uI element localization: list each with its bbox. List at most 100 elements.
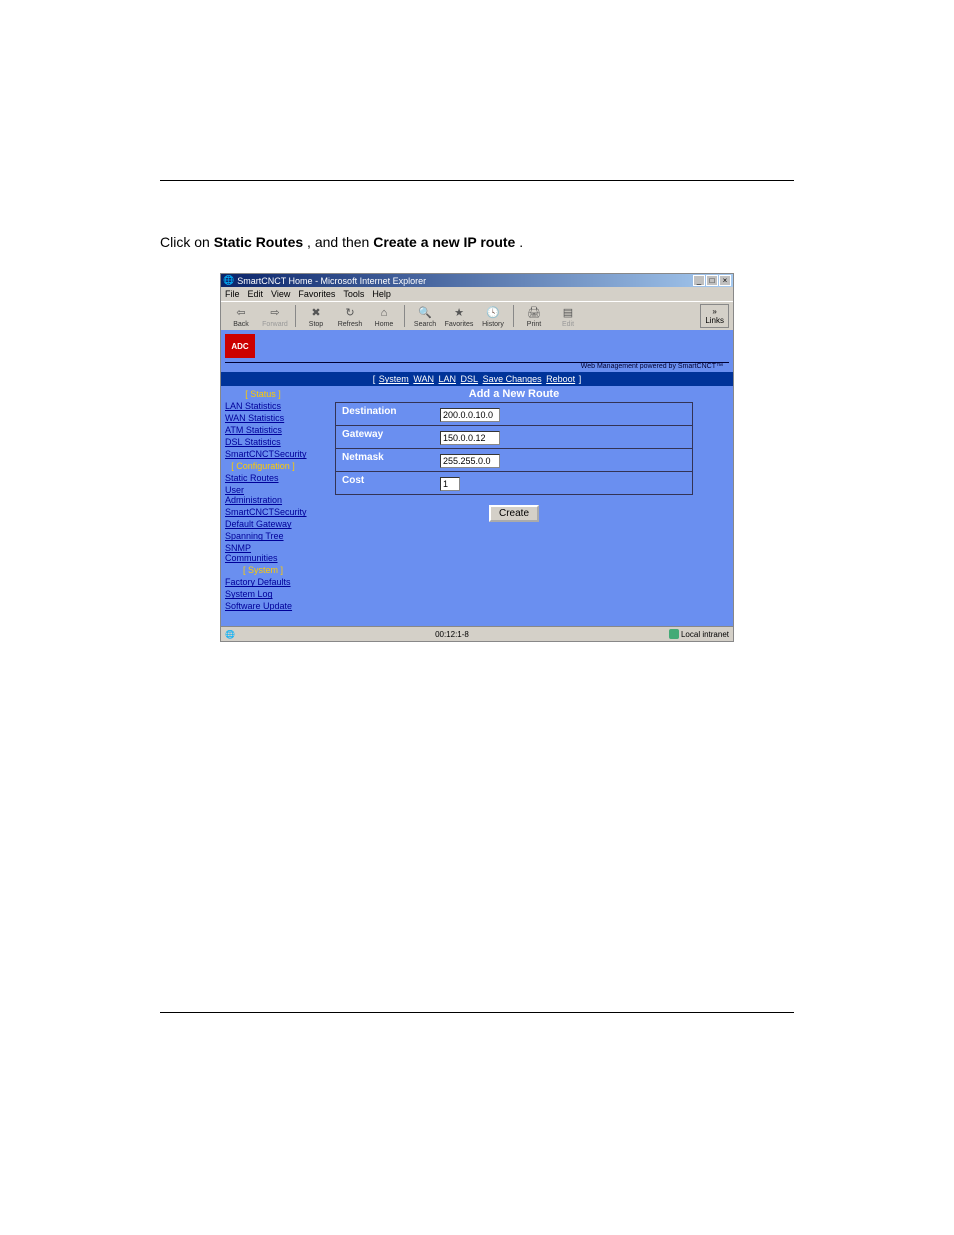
sidebar-dsl-statistics[interactable]: DSL Statistics (225, 437, 281, 447)
favorites-icon: ★ (451, 305, 467, 321)
sidebar-snmp-communities[interactable]: SNMP Communities (225, 543, 278, 563)
forward-icon: ⇨ (267, 305, 283, 321)
sidebar-lan-statistics[interactable]: LAN Statistics (225, 401, 281, 411)
edit-icon: ▤ (560, 305, 576, 321)
menu-file[interactable]: File (225, 289, 240, 299)
sidebar-system-log[interactable]: System Log (225, 589, 273, 599)
status-icon: 🌐 (225, 630, 235, 639)
panel-title: Add a New Route (335, 386, 693, 402)
row-netmask: Netmask (336, 449, 692, 472)
toolbar-history[interactable]: 🕓History (477, 305, 509, 328)
instruction-suffix: . (519, 234, 523, 250)
minimize-button[interactable]: _ (693, 275, 705, 286)
label-gateway: Gateway (336, 426, 436, 448)
instruction-link-2: Create a new IP route (373, 234, 515, 250)
main-row: [ Status ] LAN Statistics WAN Statistics… (221, 386, 733, 626)
home-icon: ⌂ (376, 305, 392, 321)
browser-window: 🌐 SmartCNCT Home - Microsoft Internet Ex… (220, 273, 734, 642)
menu-favorites[interactable]: Favorites (298, 289, 335, 299)
label-destination: Destination (336, 403, 436, 425)
toolbar-search[interactable]: 🔍Search (409, 305, 441, 328)
row-destination: Destination (336, 403, 692, 426)
sidebar-factory-defaults[interactable]: Factory Defaults (225, 577, 291, 587)
page-content: ADC Web Management powered by SmartCNCT™… (221, 330, 733, 626)
toolbar-home[interactable]: ⌂Home (368, 305, 400, 328)
instruction-link-1: Static Routes (214, 234, 303, 250)
sidebar-cat-configuration: [ Configuration ] (221, 460, 305, 472)
ie-icon: 🌐 (223, 275, 234, 286)
toolbar-print[interactable]: 🖨Print (518, 305, 550, 328)
maximize-button[interactable]: □ (706, 275, 718, 286)
sidebar-cat-system: [ System ] (221, 564, 305, 576)
adc-logo: ADC (225, 334, 255, 358)
main-panel: Add a New Route Destination Gateway Netm… (305, 386, 733, 626)
sidebar-cat-status: [ Status ] (221, 388, 305, 400)
menu-view[interactable]: View (271, 289, 290, 299)
input-cost[interactable] (440, 477, 460, 491)
menu-edit[interactable]: Edit (248, 289, 264, 299)
instruction-middle: , and then (307, 234, 373, 250)
route-form: Destination Gateway Netmask Cost (335, 402, 693, 495)
zone-icon (669, 629, 679, 639)
status-zone: Local intranet (681, 630, 729, 639)
label-netmask: Netmask (336, 449, 436, 471)
sidebar-software-update[interactable]: Software Update (225, 601, 292, 611)
sidebar-default-gateway[interactable]: Default Gateway (225, 519, 292, 529)
input-netmask[interactable] (440, 454, 500, 468)
sidebar-spanning-tree[interactable]: Spanning Tree (225, 531, 284, 541)
menu-help[interactable]: Help (372, 289, 391, 299)
row-cost: Cost (336, 472, 692, 494)
top-nav: [ System WAN LAN DSL Save Changes Reboot… (221, 372, 733, 386)
brand-row: ADC (221, 330, 733, 362)
bracket-open: [ (373, 374, 378, 384)
close-button[interactable]: × (719, 275, 731, 286)
toolbar-favorites[interactable]: ★Favorites (443, 305, 475, 328)
create-button[interactable]: Create (489, 505, 539, 522)
sidebar-atm-statistics[interactable]: ATM Statistics (225, 425, 282, 435)
label-cost: Cost (336, 472, 436, 494)
topnav-system[interactable]: System (379, 374, 409, 384)
instruction-prefix: Click on (160, 234, 214, 250)
sidebar-smartcnct-security-1[interactable]: SmartCNCTSecurity (225, 449, 307, 459)
sidebar-user-administration[interactable]: User Administration (225, 485, 282, 505)
toolbar-separator (404, 305, 405, 327)
input-gateway[interactable] (440, 431, 500, 445)
sidebar-static-routes[interactable]: Static Routes (225, 473, 279, 483)
toolbar-edit[interactable]: ▤Edit (552, 305, 584, 328)
toolbar-links[interactable]: »Links (700, 304, 729, 328)
topnav-dsl[interactable]: DSL (461, 374, 479, 384)
history-icon: 🕓 (485, 305, 501, 321)
toolbar-separator (513, 305, 514, 327)
refresh-icon: ↻ (342, 305, 358, 321)
status-center: 00:12:1-8 (435, 630, 469, 639)
menu-tools[interactable]: Tools (343, 289, 364, 299)
bracket-close: ] (579, 374, 582, 384)
search-icon: 🔍 (417, 305, 433, 321)
stop-icon: ✖ (308, 305, 324, 321)
status-bar: 🌐 00:12:1-8 Local intranet (221, 626, 733, 641)
window-title: SmartCNCT Home - Microsoft Internet Expl… (237, 276, 426, 286)
topnav-lan[interactable]: LAN (439, 374, 457, 384)
toolbar-separator (295, 305, 296, 327)
sidebar-wan-statistics[interactable]: WAN Statistics (225, 413, 284, 423)
page-footer-rule (160, 1012, 794, 1013)
toolbar: ⇦Back ⇨Forward ✖Stop ↻Refresh ⌂Home 🔍Sea… (221, 301, 733, 330)
toolbar-stop[interactable]: ✖Stop (300, 305, 332, 328)
page-header-rule (160, 180, 794, 181)
topnav-reboot[interactable]: Reboot (546, 374, 575, 384)
brand-tagline: Web Management powered by SmartCNCT™ (225, 362, 729, 372)
input-destination[interactable] (440, 408, 500, 422)
toolbar-back[interactable]: ⇦Back (225, 305, 257, 328)
row-gateway: Gateway (336, 426, 692, 449)
menubar: File Edit View Favorites Tools Help (221, 287, 733, 301)
topnav-wan[interactable]: WAN (413, 374, 434, 384)
sidebar-smartcnct-security-2[interactable]: SmartCNCTSecurity (225, 507, 307, 517)
toolbar-refresh[interactable]: ↻Refresh (334, 305, 366, 328)
links-icon: » (712, 307, 716, 316)
topnav-save-changes[interactable]: Save Changes (483, 374, 542, 384)
toolbar-forward[interactable]: ⇨Forward (259, 305, 291, 328)
sidebar: [ Status ] LAN Statistics WAN Statistics… (221, 386, 305, 626)
print-icon: 🖨 (526, 305, 542, 321)
instruction-text: Click on Static Routes , and then Create… (160, 231, 794, 253)
window-titlebar: 🌐 SmartCNCT Home - Microsoft Internet Ex… (221, 274, 733, 287)
